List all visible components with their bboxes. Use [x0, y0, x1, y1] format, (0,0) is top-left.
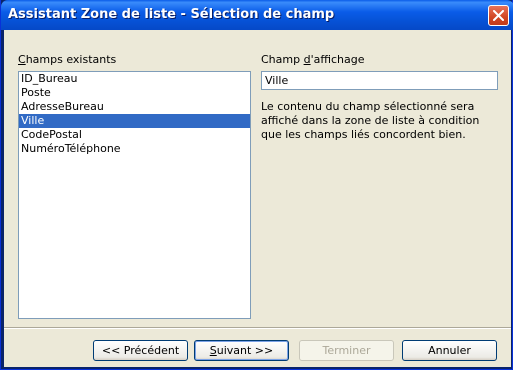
dialog-body: Champs existants ID_Bureau Poste AdresseBu… [4, 30, 511, 367]
fields-listbox[interactable]: ID_Bureau Poste AdresseBureau Ville CodePost… [18, 71, 251, 319]
display-field-label-rest: 'affichage [310, 53, 365, 66]
list-item[interactable]: Poste [19, 86, 250, 100]
close-icon [493, 10, 504, 21]
finish-button[interactable]: Terminer [299, 340, 394, 361]
title-bar[interactable]: Assistant Zone de liste - Sélection de c… [1, 0, 513, 30]
next-button[interactable]: Suivant >> [194, 340, 289, 361]
display-field-input[interactable]: Ville [261, 71, 498, 90]
dialog-window: Assistant Zone de liste - Sélection de c… [0, 0, 513, 370]
next-button-accesskey: S [209, 344, 217, 357]
list-item[interactable]: Ville [19, 114, 250, 128]
description-text: Le contenu du champ sélectionné sera aff… [261, 100, 480, 141]
list-item[interactable]: ID_Bureau [19, 72, 250, 86]
separator [4, 327, 511, 329]
cancel-button[interactable]: Annuler [402, 340, 497, 361]
window-title: Assistant Zone de liste - Sélection de c… [8, 7, 335, 22]
close-button[interactable] [488, 5, 509, 26]
list-item[interactable]: AdresseBureau [19, 100, 250, 114]
list-item[interactable]: NuméroTéléphone [19, 142, 250, 156]
list-item[interactable]: CodePostal [19, 128, 250, 142]
fields-label: Champs existants [18, 53, 116, 66]
display-field-label-accesskey: d [303, 53, 311, 66]
display-field-label-prefix: Champ [261, 53, 304, 66]
fields-label-rest: hamps existants [25, 53, 117, 66]
fields-label-accesskey: C [18, 53, 26, 66]
display-field-label: Champ d'affichage [261, 53, 365, 66]
previous-button[interactable]: << Précédent [93, 340, 188, 361]
next-button-rest: uivant >> [216, 344, 274, 357]
